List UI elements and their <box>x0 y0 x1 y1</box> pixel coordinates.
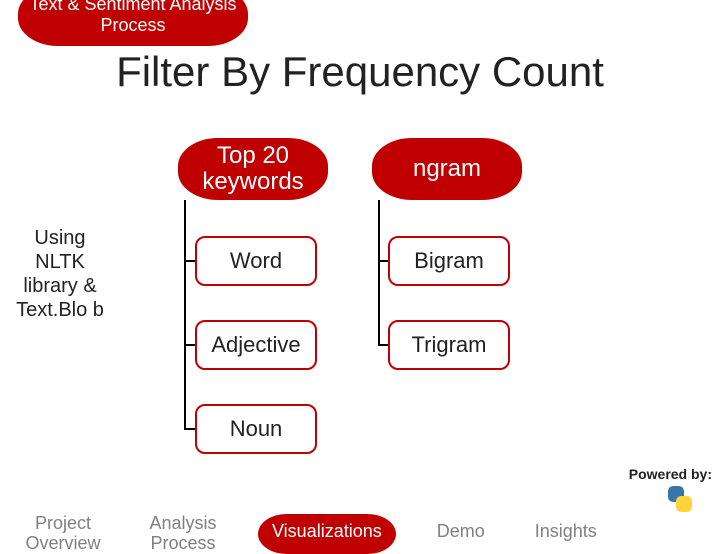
connector-line <box>184 428 195 430</box>
ngram-item-bigram: Bigram <box>388 236 510 286</box>
ngram-item-trigram: Trigram <box>388 320 510 370</box>
connector-line <box>184 344 195 346</box>
keyword-item-noun: Noun <box>195 404 317 454</box>
connector-line <box>378 344 388 346</box>
connector-line <box>184 200 186 430</box>
header-badge: Text & Sentiment Analysis Process <box>18 0 248 46</box>
keyword-item-adjective: Adjective <box>195 320 317 370</box>
nav-item-insights[interactable]: Insights <box>526 514 606 554</box>
nav-item-analysis-process[interactable]: Analysis Process <box>138 514 228 554</box>
connector-line <box>378 200 380 346</box>
keyword-item-word: Word <box>195 236 317 286</box>
branch-header-keywords: Top 20 keywords <box>178 138 328 200</box>
python-logo-icon <box>666 486 692 512</box>
nav-item-visualizations[interactable]: Visualizations <box>258 514 396 554</box>
nav-item-demo[interactable]: Demo <box>426 514 496 554</box>
connector-line <box>378 260 388 262</box>
nav-item-project-overview[interactable]: Project Overview <box>18 514 108 554</box>
sidebar-description: Using NLTK library & Text.Blo b <box>10 226 110 322</box>
connector-line <box>184 260 195 262</box>
bottom-nav: Project Overview Analysis Process Visual… <box>0 514 720 554</box>
branch-header-ngram: ngram <box>372 138 522 200</box>
page-title: Filter By Frequency Count <box>0 48 720 96</box>
powered-by-label: Powered by: <box>629 466 712 482</box>
